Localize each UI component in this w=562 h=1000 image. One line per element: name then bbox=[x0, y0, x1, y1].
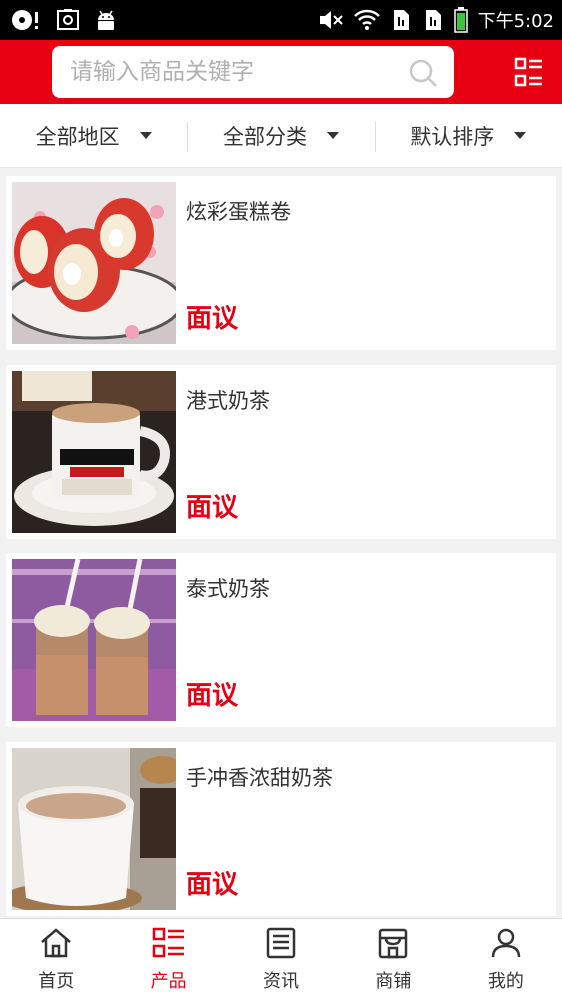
product-name: 手冲香浓甜奶茶 bbox=[186, 766, 333, 790]
home-icon bbox=[39, 927, 73, 963]
product-item[interactable]: 港式奶茶 面议 bbox=[6, 365, 556, 539]
caret-down-icon bbox=[326, 132, 339, 139]
status-bar: 下午5:02 bbox=[0, 0, 562, 40]
search-box[interactable] bbox=[52, 46, 454, 98]
battery-icon bbox=[453, 7, 468, 33]
thai-milk-tea-photo bbox=[12, 559, 176, 721]
product-item[interactable]: 炫彩蛋糕卷 面议 bbox=[6, 176, 556, 350]
tab-shop-label: 商铺 bbox=[375, 970, 412, 992]
tab-products[interactable]: 产品 bbox=[112, 919, 224, 1000]
cd-icon bbox=[8, 8, 42, 32]
filter-region-label: 全部地区 bbox=[35, 124, 120, 149]
tab-news-label: 资讯 bbox=[263, 970, 300, 992]
product-price: 面议 bbox=[186, 681, 239, 711]
wifi-icon bbox=[353, 9, 380, 31]
tab-mine-label: 我的 bbox=[487, 970, 524, 992]
bottom-tab-bar: 首页 产品 资讯 商铺 我的 bbox=[0, 918, 562, 1000]
product-list[interactable]: 炫彩蛋糕卷 面议 港式奶茶 面议 泰式奶茶 面议 手冲香浓甜奶茶 面议 bbox=[0, 168, 562, 918]
filter-category[interactable]: 全部分类 bbox=[187, 104, 374, 168]
filter-sort[interactable]: 默认排序 bbox=[374, 104, 562, 168]
cake-roll-photo bbox=[12, 182, 176, 344]
product-price: 面议 bbox=[186, 870, 239, 900]
product-item[interactable]: 手冲香浓甜奶茶 面议 bbox=[6, 742, 556, 916]
news-icon bbox=[264, 927, 298, 963]
hk-milk-tea-photo bbox=[12, 371, 176, 533]
mute-icon bbox=[318, 8, 344, 32]
product-list-icon bbox=[152, 927, 186, 963]
android-icon bbox=[94, 8, 118, 32]
filter-bar: 全部地区 全部分类 默认排序 bbox=[0, 104, 562, 168]
product-name: 炫彩蛋糕卷 bbox=[186, 200, 291, 224]
hand-brewed-milk-tea-photo bbox=[12, 748, 176, 910]
sim2-icon bbox=[422, 8, 444, 32]
tab-news[interactable]: 资讯 bbox=[225, 919, 337, 1000]
category-menu-icon[interactable] bbox=[514, 57, 544, 91]
screenshot-icon bbox=[56, 8, 80, 32]
sim1-icon bbox=[390, 8, 412, 32]
tab-mine[interactable]: 我的 bbox=[450, 919, 562, 1000]
tab-home[interactable]: 首页 bbox=[0, 919, 112, 1000]
caret-down-icon bbox=[514, 132, 527, 139]
tab-shop[interactable]: 商铺 bbox=[337, 919, 449, 1000]
filter-region[interactable]: 全部地区 bbox=[0, 104, 187, 168]
tab-home-label: 首页 bbox=[38, 970, 75, 992]
filter-category-label: 全部分类 bbox=[222, 124, 307, 149]
tab-products-label: 产品 bbox=[150, 970, 187, 992]
product-item[interactable]: 泰式奶茶 面议 bbox=[6, 553, 556, 727]
filter-sort-label: 默认排序 bbox=[410, 124, 495, 149]
search-input[interactable] bbox=[70, 59, 390, 85]
search-icon[interactable] bbox=[408, 58, 438, 92]
shop-icon bbox=[376, 927, 410, 963]
product-name: 泰式奶茶 bbox=[186, 577, 270, 601]
product-name: 港式奶茶 bbox=[186, 389, 270, 413]
product-price: 面议 bbox=[186, 304, 239, 334]
user-icon bbox=[489, 927, 523, 963]
header-bar bbox=[0, 40, 562, 104]
status-time: 下午5:02 bbox=[477, 11, 554, 32]
caret-down-icon bbox=[139, 132, 152, 139]
product-price: 面议 bbox=[186, 493, 239, 523]
